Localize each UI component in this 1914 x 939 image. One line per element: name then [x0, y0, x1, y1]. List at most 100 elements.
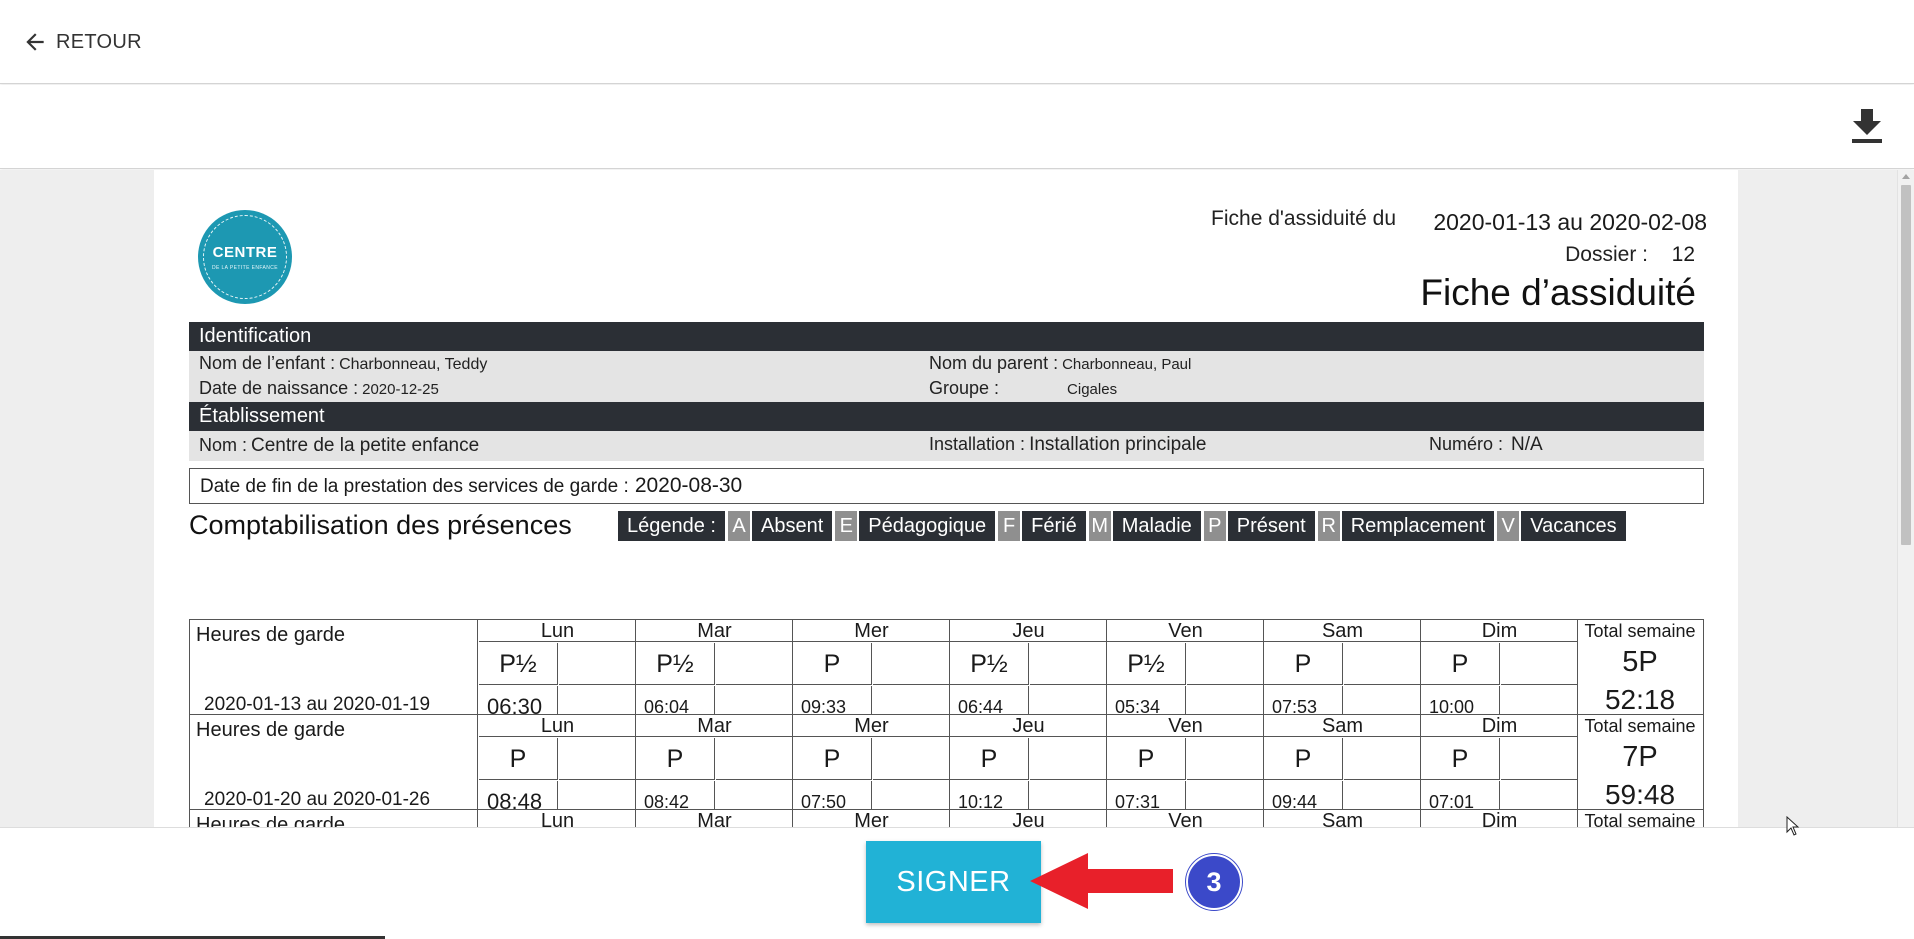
week-block: Heures de garde 2020-01-20 au 2020-01-26 L… [189, 714, 1704, 824]
day-attendance-code: P [1107, 738, 1186, 780]
parent-name-value: Charbonneau, Paul [1062, 356, 1192, 373]
identification-panel: Nom de l’enfant : Charbonneau, Teddy Date… [189, 351, 1704, 402]
day-empty-cell [1501, 643, 1578, 685]
sign-button[interactable]: SIGNER [866, 841, 1041, 923]
day-cell: Lun P½ 06:30 [479, 620, 636, 728]
legend-code-r: R [1317, 511, 1340, 541]
week-total-label: Total semaine [1584, 716, 1696, 736]
scroll-thumb[interactable] [1901, 185, 1911, 545]
day-name: Mer [793, 715, 950, 737]
day-cell: Mar P½ 06:04 [636, 620, 793, 728]
week-block: Heures de garde 2020-01-13 au 2020-01-19 L… [189, 619, 1704, 729]
dossier-value: 12 [1671, 243, 1695, 266]
document-toolbar [0, 85, 1914, 169]
day-cell: SamP [1264, 810, 1421, 827]
day-cell: VenP½ [1107, 810, 1264, 827]
day-cell: Ven P½ 05:34 [1107, 620, 1264, 728]
service-end-label: Date de fin de la prestation des service… [200, 476, 629, 497]
day-attendance-code: P [950, 738, 1029, 780]
day-cell: Dim P 10:00 [1421, 620, 1578, 728]
day-empty-cell [559, 738, 636, 780]
day-cell: MarP [636, 810, 793, 827]
scroll-up-arrow-icon[interactable] [1902, 174, 1910, 179]
day-name: Mer [793, 810, 950, 827]
week-side-cell: Heures de garde 2020-01-20 au 2020-01-26 [190, 715, 478, 823]
day-cell: LunP [479, 810, 636, 827]
care-hours-label: Heures de garde [196, 719, 345, 741]
week-total-label: Total semaine [1584, 621, 1696, 641]
day-name: Mar [636, 715, 793, 737]
week-total: Total semaine6P [1577, 810, 1703, 827]
legend-label-a: Absent [751, 511, 833, 541]
day-attendance-code: P½ [479, 643, 558, 685]
day-name: Lun [479, 810, 636, 827]
day-empty-cell [1187, 738, 1264, 780]
numero-field: Numéro : N/A [1429, 434, 1543, 456]
day-name: Ven [1107, 715, 1264, 737]
day-empty-cell [1030, 643, 1107, 685]
period-label: Fiche d'assiduité du [1211, 207, 1396, 230]
back-label: RETOUR [56, 30, 142, 53]
legend-label-e: Pédagogique [859, 511, 996, 541]
legend-code-m: M [1088, 511, 1111, 541]
day-empty-cell [1187, 643, 1264, 685]
child-name-value: Charbonneau, Teddy [339, 356, 488, 373]
day-cell: JeuP½ [950, 810, 1107, 827]
day-empty-cell [559, 643, 636, 685]
logo-subtext: DE LA PETITE ENFANCE [211, 264, 279, 271]
day-empty-cell [1344, 738, 1421, 780]
care-hours-label: Heures de garde [196, 624, 345, 646]
footer-bar: SIGNER 3 [0, 827, 1914, 939]
week-total-hours: 52:18 [1604, 684, 1676, 715]
day-empty-cell [1030, 738, 1107, 780]
legend-label-v: Vacances [1521, 511, 1626, 541]
day-empty-cell [716, 643, 793, 685]
day-cell: Sam P 09:44 [1264, 715, 1421, 823]
day-attendance-code: P½ [950, 643, 1029, 685]
etablissement-heading: Établissement [189, 402, 1704, 431]
week-range: 2020-01-13 au 2020-01-19 [204, 694, 431, 715]
birth-date-label: Date de naissance : [199, 378, 359, 398]
day-name: Mer [793, 620, 950, 642]
day-name: Lun [479, 620, 636, 642]
viewer-scrollbar[interactable] [1897, 170, 1914, 827]
day-cell: DimP [1421, 810, 1578, 827]
day-attendance-code: P [636, 738, 715, 780]
day-attendance-code: P [1264, 643, 1343, 685]
numero-label: Numéro : [1429, 434, 1504, 454]
download-button[interactable] [1846, 105, 1888, 147]
numero-value: N/A [1511, 434, 1543, 455]
day-name: Jeu [950, 810, 1107, 827]
service-end-date: Date de fin de la prestation des service… [189, 468, 1704, 504]
day-empty-cell [1501, 738, 1578, 780]
installation-value: Installation principale [1029, 434, 1207, 455]
download-icon [1852, 109, 1882, 143]
period-range: 2020-01-13 au 2020-02-08 [1433, 209, 1707, 235]
installation-field: Installation : Installation principale [929, 434, 1207, 456]
day-cell: Sam P 07:53 [1264, 620, 1421, 728]
arrow-left-icon [26, 33, 44, 51]
establishment-name-field: Nom : Centre de la petite enfance [199, 435, 479, 457]
establishment-name-value: Centre de la petite enfance [251, 435, 480, 456]
day-name: Dim [1421, 810, 1578, 827]
day-attendance-code: P [1421, 643, 1500, 685]
day-attendance-code: P [479, 738, 558, 780]
centre-logo: CENTRE DE LA PETITE ENFANCE [198, 210, 292, 304]
day-name: Jeu [950, 715, 1107, 737]
mouse-cursor-icon [1786, 816, 1800, 836]
back-button[interactable]: RETOUR [22, 27, 142, 57]
day-name: Sam [1264, 620, 1421, 642]
week-range: 2020-01-20 au 2020-01-26 [204, 789, 431, 810]
top-bar: RETOUR [0, 0, 1914, 84]
day-cell: Mer P 07:50 [793, 715, 950, 823]
legend-label-p: Présent [1227, 511, 1315, 541]
legend-code-e: E [835, 511, 858, 541]
week-side-cell: Heures de garde [190, 810, 478, 827]
attendance-section-title: Comptabilisation des présences [189, 510, 572, 540]
parent-name-label: Nom du parent : [929, 353, 1059, 373]
day-attendance-code: P½ [1107, 643, 1186, 685]
care-hours-label: Heures de garde [196, 814, 345, 827]
attendance-legend: Légende : A Absent E Pédagogique F Férié M Mala… [618, 511, 1629, 541]
day-cell: Mer P 09:33 [793, 620, 950, 728]
week-total: Total semaine 5P 52:18 [1577, 620, 1703, 728]
